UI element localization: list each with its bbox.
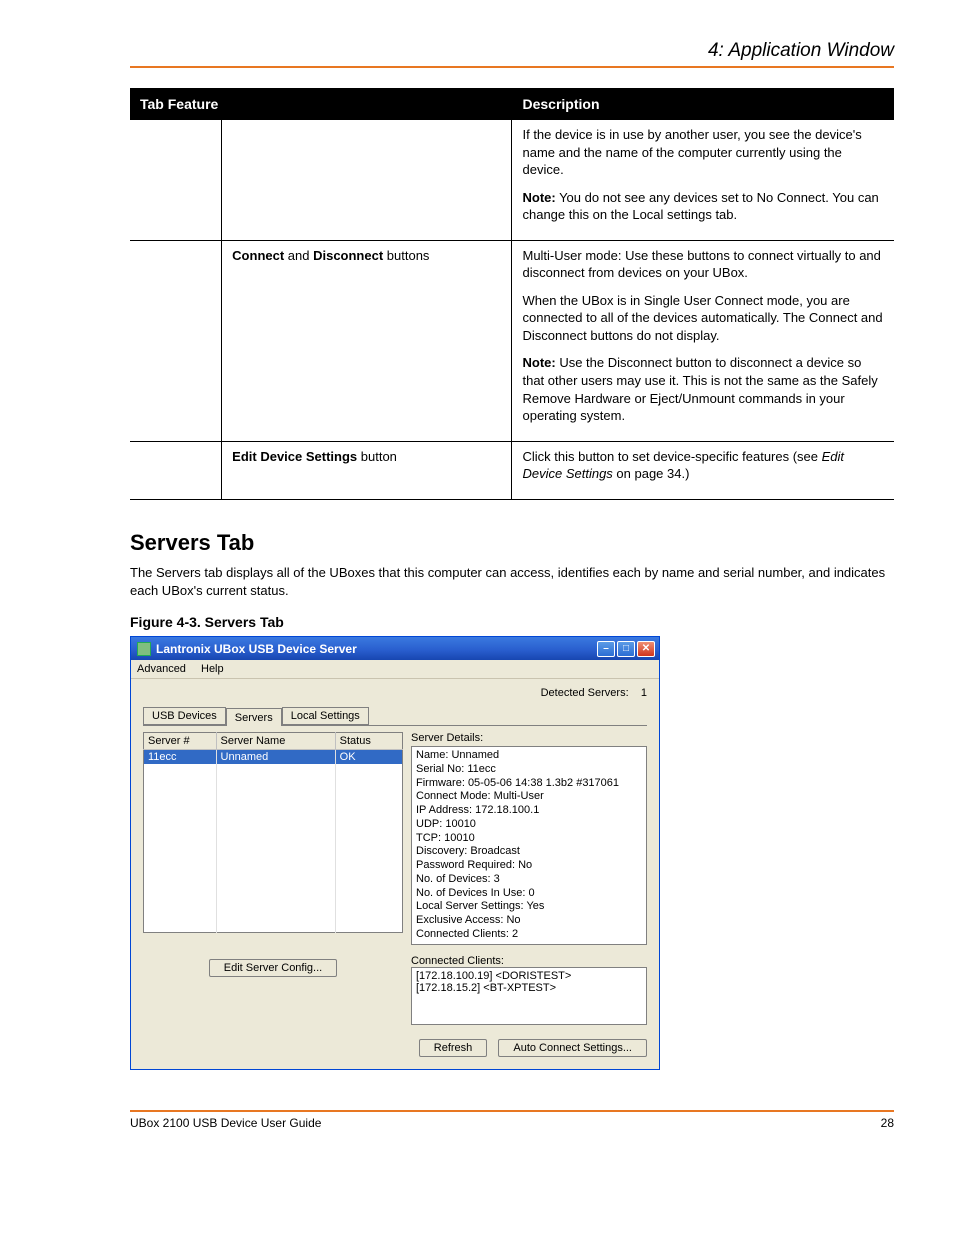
edit-server-config-button[interactable]: Edit Server Config...	[209, 959, 337, 977]
detail-row: Serial No: 11ecc	[416, 763, 642, 777]
tab-usb-devices[interactable]: USB Devices	[143, 707, 226, 725]
table-row-col3: Click this button to set device-specific…	[512, 441, 894, 499]
menu-advanced[interactable]: Advanced	[137, 663, 186, 675]
detail-row: Name: Unnamed	[416, 749, 642, 763]
col-header-desc: Description	[512, 88, 894, 120]
menubar: Advanced Help	[131, 660, 659, 679]
detail-row: IP Address: 172.18.100.1	[416, 804, 642, 818]
page-footer: UBox 2100 USB Device User Guide 28	[130, 1110, 894, 1130]
detail-row: No. of Devices: 3	[416, 873, 642, 887]
table-row-col1	[130, 441, 222, 499]
detail-row: Password Required: No	[416, 859, 642, 873]
window-title: Lantronix UBox USB Device Server	[156, 642, 597, 656]
doc-header-right: 4: Application Window	[130, 40, 894, 62]
top-rule	[130, 66, 894, 68]
detected-servers: Detected Servers: 1	[143, 687, 647, 699]
table-row-col2: Edit Device Settings button	[222, 441, 512, 499]
tabs: USB Devices Servers Local Settings	[143, 705, 647, 725]
table-row-col3: If the device is in use by another user,…	[512, 120, 894, 240]
server-details-box: Name: UnnamedSerial No: 11eccFirmware: 0…	[411, 746, 647, 945]
section-servers-tab: Servers Tab	[130, 530, 894, 556]
app-window: Lantronix UBox USB Device Server – □ ✕ A…	[130, 636, 660, 1070]
table-row-col2	[222, 120, 512, 240]
detail-row: UDP: 10010	[416, 818, 642, 832]
col-status[interactable]: Status	[335, 733, 402, 750]
minimize-button[interactable]: –	[597, 641, 615, 657]
table-row-col2: Connect and Disconnect buttons	[222, 240, 512, 441]
section-body: The Servers tab displays all of the UBox…	[130, 564, 894, 600]
table-row-col1	[130, 120, 222, 240]
connected-clients-box: [172.18.100.19] <DORISTEST>[172.18.15.2]…	[411, 967, 647, 1025]
detail-row: No. of Devices In Use: 0	[416, 887, 642, 901]
col-header-feature: Tab Feature	[130, 88, 512, 120]
tab-servers[interactable]: Servers	[226, 708, 282, 726]
col-server-name[interactable]: Server Name	[216, 733, 335, 750]
detected-label: Detected Servers:	[541, 687, 629, 699]
footer-left: UBox 2100 USB Device User Guide	[130, 1116, 321, 1130]
maximize-button[interactable]: □	[617, 641, 635, 657]
detail-row: Local Server Settings: Yes	[416, 900, 642, 914]
menu-help[interactable]: Help	[201, 663, 224, 675]
tab-local-settings[interactable]: Local Settings	[282, 707, 369, 725]
table-row-col1	[130, 240, 222, 441]
server-details-label: Server Details:	[411, 732, 647, 744]
detected-count: 1	[641, 687, 647, 699]
detail-row: Firmware: 05-05-06 14:38 1.3b2 #317061	[416, 777, 642, 791]
bottom-rule	[130, 1110, 894, 1112]
feature-table: Tab Feature Description If the device is…	[130, 88, 894, 500]
connected-clients-label: Connected Clients:	[411, 955, 647, 967]
footer-right: 28	[881, 1116, 894, 1130]
detail-row: Discovery: Broadcast	[416, 845, 642, 859]
titlebar[interactable]: Lantronix UBox USB Device Server – □ ✕	[131, 637, 659, 660]
auto-connect-settings-button[interactable]: Auto Connect Settings...	[498, 1039, 647, 1057]
detail-row: Exclusive Access: No	[416, 914, 642, 928]
detail-row: Connected Clients: 2	[416, 928, 642, 942]
figure-caption: Figure 4-3. Servers Tab	[130, 614, 894, 630]
list-item[interactable]: [172.18.100.19] <DORISTEST>	[416, 970, 642, 982]
refresh-button[interactable]: Refresh	[419, 1039, 488, 1057]
table-row[interactable]: 11eccUnnamedOK	[144, 750, 403, 765]
table-row-col3: Multi-User mode: Use these buttons to co…	[512, 240, 894, 441]
close-button[interactable]: ✕	[637, 641, 655, 657]
servers-table[interactable]: Server # Server Name Status 11eccUnnamed…	[143, 732, 403, 933]
col-server-num[interactable]: Server #	[144, 733, 217, 750]
detail-row: TCP: 10010	[416, 832, 642, 846]
detail-row: Connect Mode: Multi-User	[416, 790, 642, 804]
app-icon	[137, 642, 151, 656]
list-item[interactable]: [172.18.15.2] <BT-XPTEST>	[416, 982, 642, 994]
